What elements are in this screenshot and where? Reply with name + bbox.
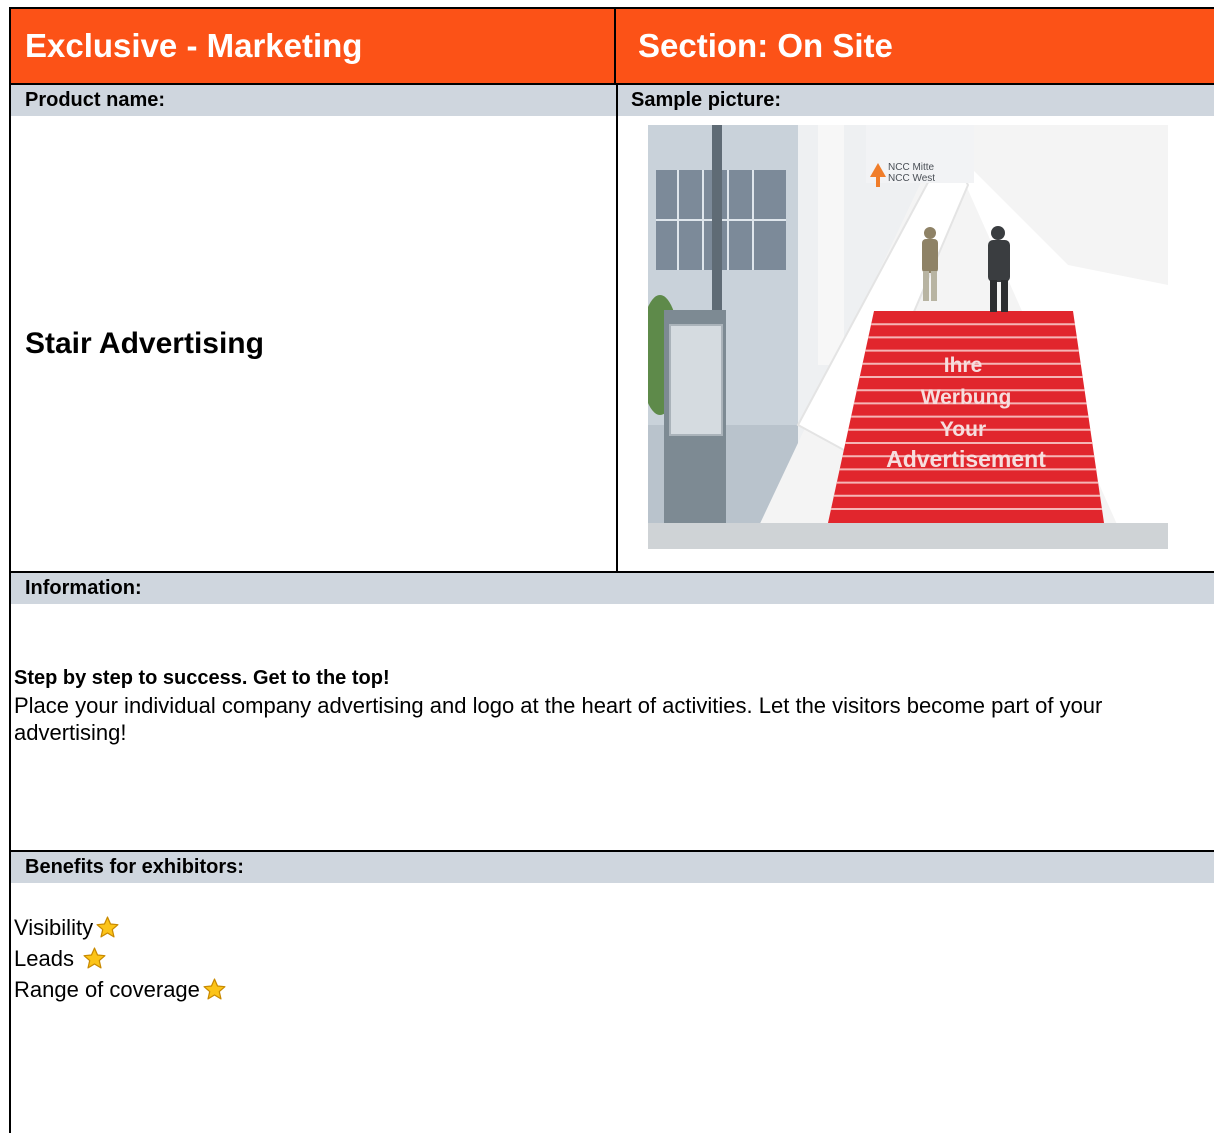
- star-icon: [203, 978, 226, 1000]
- benefit-visibility: Visibility: [14, 912, 227, 943]
- stair-text-your: Your: [940, 418, 986, 441]
- benefit-label: Visibility: [14, 915, 94, 940]
- star-icon: [83, 947, 106, 969]
- benefit-label: Range of coverage: [14, 977, 200, 1002]
- sign-text-west: NCC West: [888, 173, 935, 184]
- sign-text-mitte: NCC Mitte: [888, 162, 935, 173]
- stair-text-ihre: Ihre: [944, 354, 983, 377]
- benefit-label: Leads: [14, 946, 81, 971]
- product-name: Stair Advertising: [25, 327, 264, 360]
- stair-text-advertisement: Advertisement: [886, 446, 1046, 472]
- information-body: Place your individual company advertisin…: [14, 693, 1103, 745]
- benefits-list: Visibility Leads Range of coverage: [14, 912, 227, 1005]
- star-icon: [96, 916, 119, 938]
- benefit-range-of-coverage: Range of coverage: [14, 974, 227, 1005]
- information-label: Information:: [11, 573, 1214, 604]
- header-exclusive-marketing: Exclusive - Marketing: [11, 9, 616, 85]
- column-divider: [616, 85, 618, 573]
- benefit-leads: Leads: [14, 943, 227, 974]
- benefits-label: Benefits for exhibitors:: [11, 852, 1214, 883]
- stair-text-werbung: Werbung: [921, 386, 1012, 409]
- stair-advertising-photo: NCC Mitte NCC West Ihre Werbung Your Adv…: [648, 125, 1168, 549]
- product-name-label: Product name:: [11, 85, 616, 116]
- sample-picture-label: Sample picture:: [618, 85, 1214, 116]
- information-headline: Step by step to success. Get to the top!: [14, 667, 390, 689]
- header-section: Section: On Site: [616, 9, 1214, 85]
